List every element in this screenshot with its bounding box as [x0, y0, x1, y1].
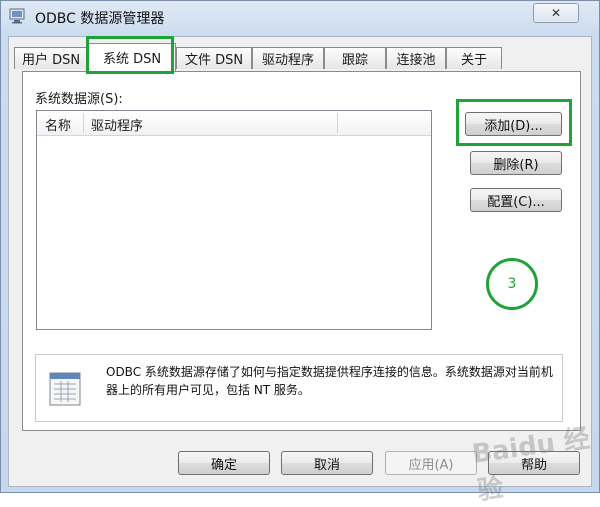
configure-button-label: 配置(C)... — [487, 194, 545, 210]
column-separator[interactable] — [337, 113, 338, 133]
apply-button[interactable]: 应用(A) — [385, 451, 477, 475]
info-panel: ODBC 系统数据源存储了如何与指定数据提供程序连接的信息。系统数据源对当前机器… — [35, 354, 563, 422]
configure-button[interactable]: 配置(C)... — [470, 188, 562, 212]
remove-button[interactable]: 删除(R) — [470, 151, 562, 175]
tab-highlight-box — [86, 36, 174, 74]
ok-button-label: 确定 — [210, 457, 237, 473]
tab-label: 用户 DSN — [21, 53, 81, 68]
close-button[interactable]: ✕ — [533, 3, 579, 23]
tab-label: 关于 — [460, 53, 487, 68]
tab-tracing[interactable]: 跟踪 — [324, 47, 386, 69]
step-number: 3 — [507, 276, 517, 292]
system-data-sources-label: 系统数据源(S): — [35, 92, 123, 107]
tab-label: 跟踪 — [341, 53, 368, 68]
remove-button-label: 删除(R) — [493, 157, 539, 173]
help-button-label: 帮助 — [520, 457, 547, 473]
window-title: ODBC 数据源管理器 — [35, 11, 165, 27]
title-bar: ODBC 数据源管理器 ✕ — [1, 1, 599, 33]
column-header-driver[interactable]: 驱动程序 — [91, 115, 143, 134]
list-header: 名称 驱动程序 — [37, 111, 431, 136]
help-button[interactable]: 帮助 — [488, 451, 580, 475]
system-dsn-list[interactable]: 名称 驱动程序 — [36, 110, 432, 330]
column-separator[interactable] — [83, 113, 84, 133]
tab-label: 驱动程序 — [261, 53, 314, 68]
tab-drivers[interactable]: 驱动程序 — [252, 47, 324, 69]
step-annotation: 3 — [486, 258, 538, 310]
add-highlight-box — [456, 99, 572, 146]
tab-about[interactable]: 关于 — [446, 47, 502, 69]
cancel-button-label: 取消 — [313, 457, 340, 473]
ok-button[interactable]: 确定 — [178, 451, 270, 475]
odbc-app-icon — [9, 8, 25, 24]
apply-button-label: 应用(A) — [408, 457, 454, 473]
column-header-name[interactable]: 名称 — [45, 115, 71, 134]
close-icon: ✕ — [550, 6, 562, 20]
tab-user-dsn[interactable]: 用户 DSN — [14, 47, 88, 69]
tab-file-dsn[interactable]: 文件 DSN — [176, 47, 252, 69]
tab-connection-pooling[interactable]: 连接池 — [386, 47, 446, 69]
tab-label: 文件 DSN — [184, 53, 244, 68]
cancel-button[interactable]: 取消 — [281, 451, 373, 475]
tab-label: 连接池 — [396, 53, 436, 68]
data-source-icon — [49, 372, 81, 406]
info-text: ODBC 系统数据源存储了如何与指定数据提供程序连接的信息。系统数据源对当前机器… — [106, 365, 553, 397]
